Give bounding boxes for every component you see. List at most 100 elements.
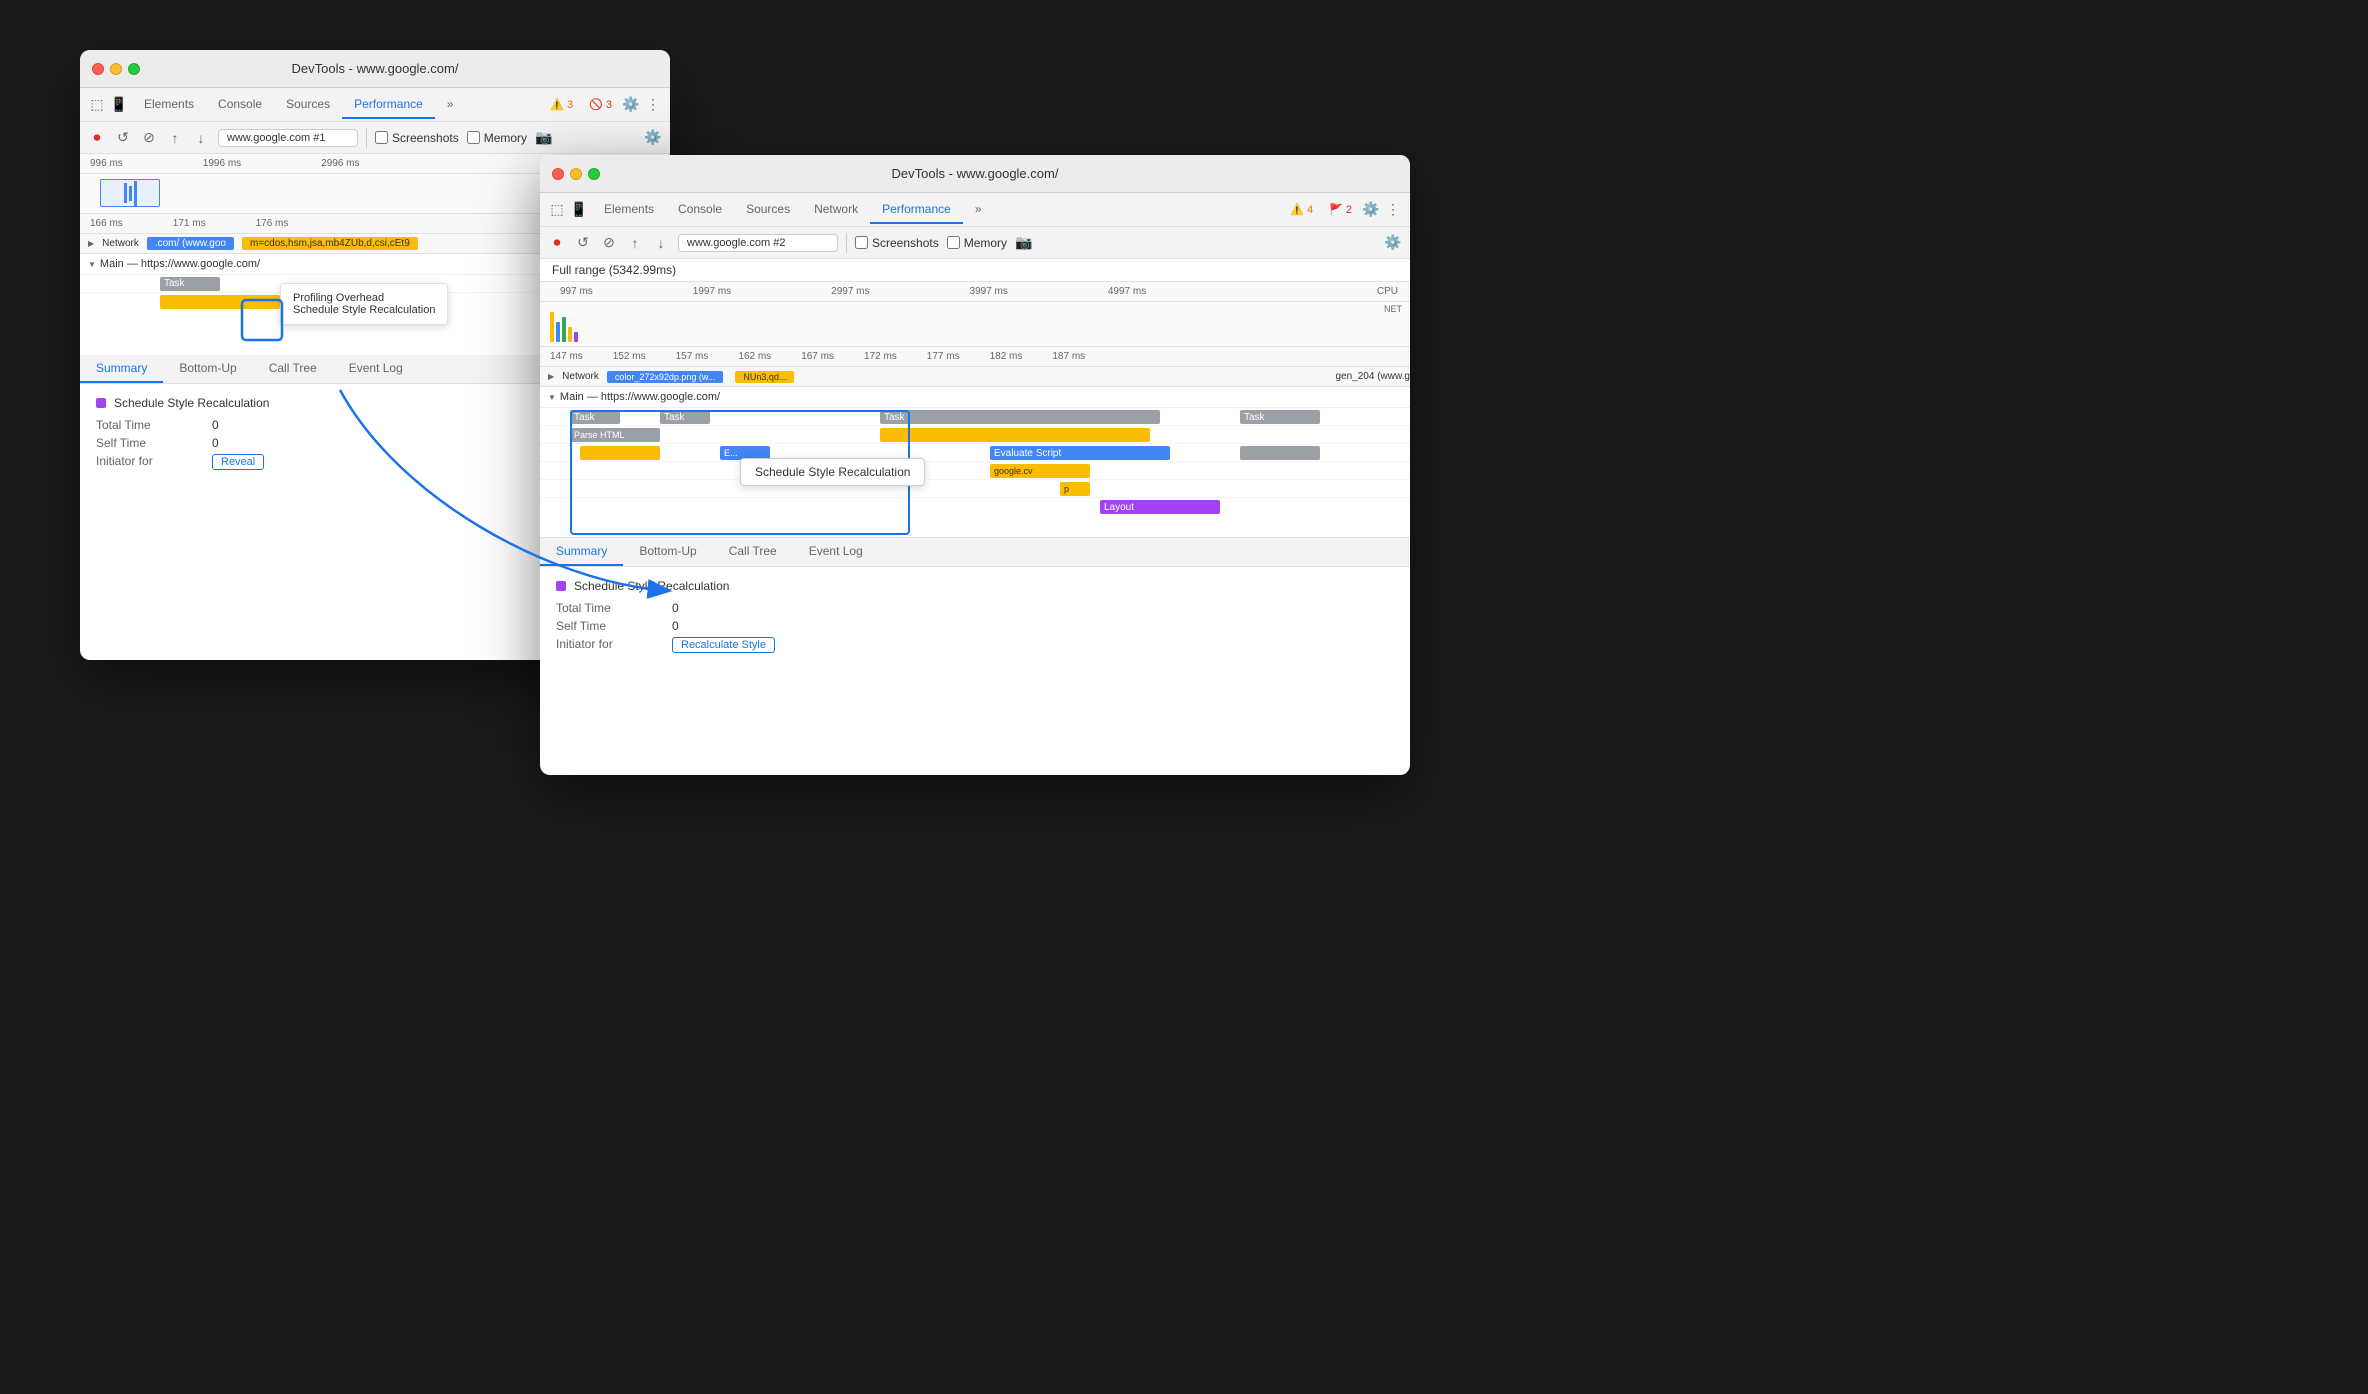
minimize-button-2[interactable] <box>570 168 582 180</box>
tab-console-2[interactable]: Console <box>666 196 734 224</box>
clear-icon-1[interactable]: ⊘ <box>140 129 158 147</box>
bottom-tab-calltree-1[interactable]: Call Tree <box>253 355 333 383</box>
memory-checkbox-2[interactable]: Memory <box>947 236 1007 250</box>
task-chip-1: Task <box>160 277 220 291</box>
subtask-row-2c: google.cv <box>540 462 1410 480</box>
tab-more-2[interactable]: » <box>963 196 994 224</box>
highlight-box-chip <box>580 446 660 460</box>
ts2-997: 997 ms <box>560 286 593 297</box>
ts-2996: 2996 ms <box>321 158 359 169</box>
record-icon-1[interactable]: ⏺ <box>88 129 106 147</box>
tab-elements-1[interactable]: Elements <box>132 91 206 119</box>
subtask-row-2b: E... Evaluate Script <box>540 444 1410 462</box>
tab-performance-1[interactable]: Performance <box>342 91 435 119</box>
summary-event-title-2: Schedule Style Recalculation <box>574 579 729 593</box>
tab-more-1[interactable]: » <box>435 91 466 119</box>
error-badge-2[interactable]: 🚩 2 <box>1323 201 1358 218</box>
network-label-1: Network <box>102 238 139 249</box>
summary-color-dot-2 <box>556 581 566 591</box>
clear-icon-2[interactable]: ⊘ <box>600 234 618 252</box>
more-icon-1[interactable]: ⋮ <box>644 96 662 114</box>
upload-icon-2[interactable]: ↑ <box>626 234 644 252</box>
device-icon-2[interactable]: 📱 <box>570 201 588 219</box>
more-icon-2[interactable]: ⋮ <box>1384 201 1402 219</box>
bottom-tab-bottomup-2[interactable]: Bottom-Up <box>623 538 712 566</box>
network-url-pill-1: .com/ (www.goo <box>147 237 234 250</box>
subtask-row-2e: Layout <box>540 498 1410 516</box>
nav-toolbar-1: ⬚ 📱 Elements Console Sources Performance… <box>80 88 670 122</box>
error-icon-1: 🚫 <box>589 98 603 111</box>
sub-ts2-177: 177 ms <box>927 351 960 362</box>
bottom-tab-eventlog-2[interactable]: Event Log <box>793 538 879 566</box>
maximize-button-1[interactable] <box>128 63 140 75</box>
sub-ts-171: 171 ms <box>173 218 206 229</box>
window-title-1: DevTools - www.google.com/ <box>292 61 459 76</box>
record-icon-2[interactable]: ⏺ <box>548 234 566 252</box>
bottom-tab-summary-1[interactable]: Summary <box>80 355 163 383</box>
summary-panel-2: Schedule Style Recalculation Total Time … <box>540 567 1410 669</box>
main-label-2: Main — https://www.google.com/ <box>560 391 720 403</box>
inspect-icon-2[interactable]: ⬚ <box>548 201 566 219</box>
warning-count-1: 3 <box>567 99 573 111</box>
tab-elements-2[interactable]: Elements <box>592 196 666 224</box>
bottom-tab-bottomup-1[interactable]: Bottom-Up <box>163 355 252 383</box>
screenshots-checkbox-2[interactable]: Screenshots <box>855 236 939 250</box>
bottom-tab-summary-2[interactable]: Summary <box>540 538 623 566</box>
nav-tabs-1: Elements Console Sources Performance » <box>132 91 465 119</box>
screenshot-camera-icon-1[interactable]: 📷 <box>535 129 553 147</box>
warning-badge-2[interactable]: ⚠️ 4 <box>1284 201 1319 218</box>
initiator-label-1: Initiator for <box>96 454 196 470</box>
perf-toolbar-2: ⏺ ↺ ⊘ ↑ ↓ www.google.com #2 Screenshots … <box>540 227 1410 259</box>
upload-icon-1[interactable]: ↑ <box>166 129 184 147</box>
url-dropdown-2[interactable]: www.google.com #2 <box>678 234 838 252</box>
reveal-link-1[interactable]: Reveal <box>212 454 264 470</box>
task2-chip: Task <box>660 410 710 424</box>
self-time-label-1: Self Time <box>96 436 196 450</box>
warning-count-2: 4 <box>1307 204 1313 216</box>
sub-ts2-167: 167 ms <box>801 351 834 362</box>
tab-performance-2[interactable]: Performance <box>870 196 963 224</box>
maximize-button-2[interactable] <box>588 168 600 180</box>
bottom-tab-eventlog-1[interactable]: Event Log <box>333 355 419 383</box>
tab-sources-2[interactable]: Sources <box>734 196 802 224</box>
mini-chart-2[interactable]: NET <box>540 302 1410 347</box>
nav-tabs-2: Elements Console Sources Network Perform… <box>592 196 994 224</box>
titlebar-2: DevTools - www.google.com/ <box>540 155 1410 193</box>
perf-toolbar-1: ⏺ ↺ ⊘ ↑ ↓ www.google.com #1 Screenshots … <box>80 122 670 154</box>
inspect-icon[interactable]: ⬚ <box>88 96 106 114</box>
reload-icon-2[interactable]: ↺ <box>574 234 592 252</box>
main-task-area-2: Task Task Task Task Parse HTML E... Eval… <box>540 408 1410 538</box>
p-chip: p <box>1060 482 1090 496</box>
subtask-row-2a: Parse HTML <box>540 426 1410 444</box>
summary-totaltime-row-2: Total Time 0 <box>556 601 1394 615</box>
download-icon-1[interactable]: ↓ <box>192 129 210 147</box>
ts2-3997: 3997 ms <box>970 286 1008 297</box>
download-icon-2[interactable]: ↓ <box>652 234 670 252</box>
error-badge-1[interactable]: 🚫 3 <box>583 96 618 113</box>
tab-sources-1[interactable]: Sources <box>274 91 342 119</box>
warning-badge-1[interactable]: ⚠️ 3 <box>544 96 579 113</box>
screenshot-camera-icon-2[interactable]: 📷 <box>1015 234 1033 252</box>
bottom-tab-calltree-2[interactable]: Call Tree <box>713 538 793 566</box>
url-dropdown-1[interactable]: www.google.com #1 <box>218 129 358 147</box>
close-button-1[interactable] <box>92 63 104 75</box>
memory-checkbox-1[interactable]: Memory <box>467 131 527 145</box>
main-label-1: Main — https://www.google.com/ <box>100 258 260 270</box>
device-icon[interactable]: 📱 <box>110 96 128 114</box>
schedule-tooltip-2: Schedule Style Recalculation <box>740 458 925 486</box>
network-gen-label: gen_204 (www.g <box>1336 371 1411 382</box>
subtask-chip-1 <box>160 295 280 309</box>
tab-network-2[interactable]: Network <box>802 196 870 224</box>
settings-icon-2[interactable]: ⚙️ <box>1362 201 1380 219</box>
sub-ts-166: 166 ms <box>90 218 123 229</box>
perf-settings-icon-1[interactable]: ⚙️ <box>644 129 662 147</box>
reload-icon-1[interactable]: ↺ <box>114 129 132 147</box>
tab-console-1[interactable]: Console <box>206 91 274 119</box>
perf-settings-icon-2[interactable]: ⚙️ <box>1384 234 1402 252</box>
minimize-button-1[interactable] <box>110 63 122 75</box>
screenshots-checkbox-1[interactable]: Screenshots <box>375 131 459 145</box>
settings-icon-1[interactable]: ⚙️ <box>622 96 640 114</box>
close-button-2[interactable] <box>552 168 564 180</box>
recalculate-link-2[interactable]: Recalculate Style <box>672 637 775 653</box>
sub-ruler-2: 147 ms 152 ms 157 ms 162 ms 167 ms 172 m… <box>540 347 1410 367</box>
